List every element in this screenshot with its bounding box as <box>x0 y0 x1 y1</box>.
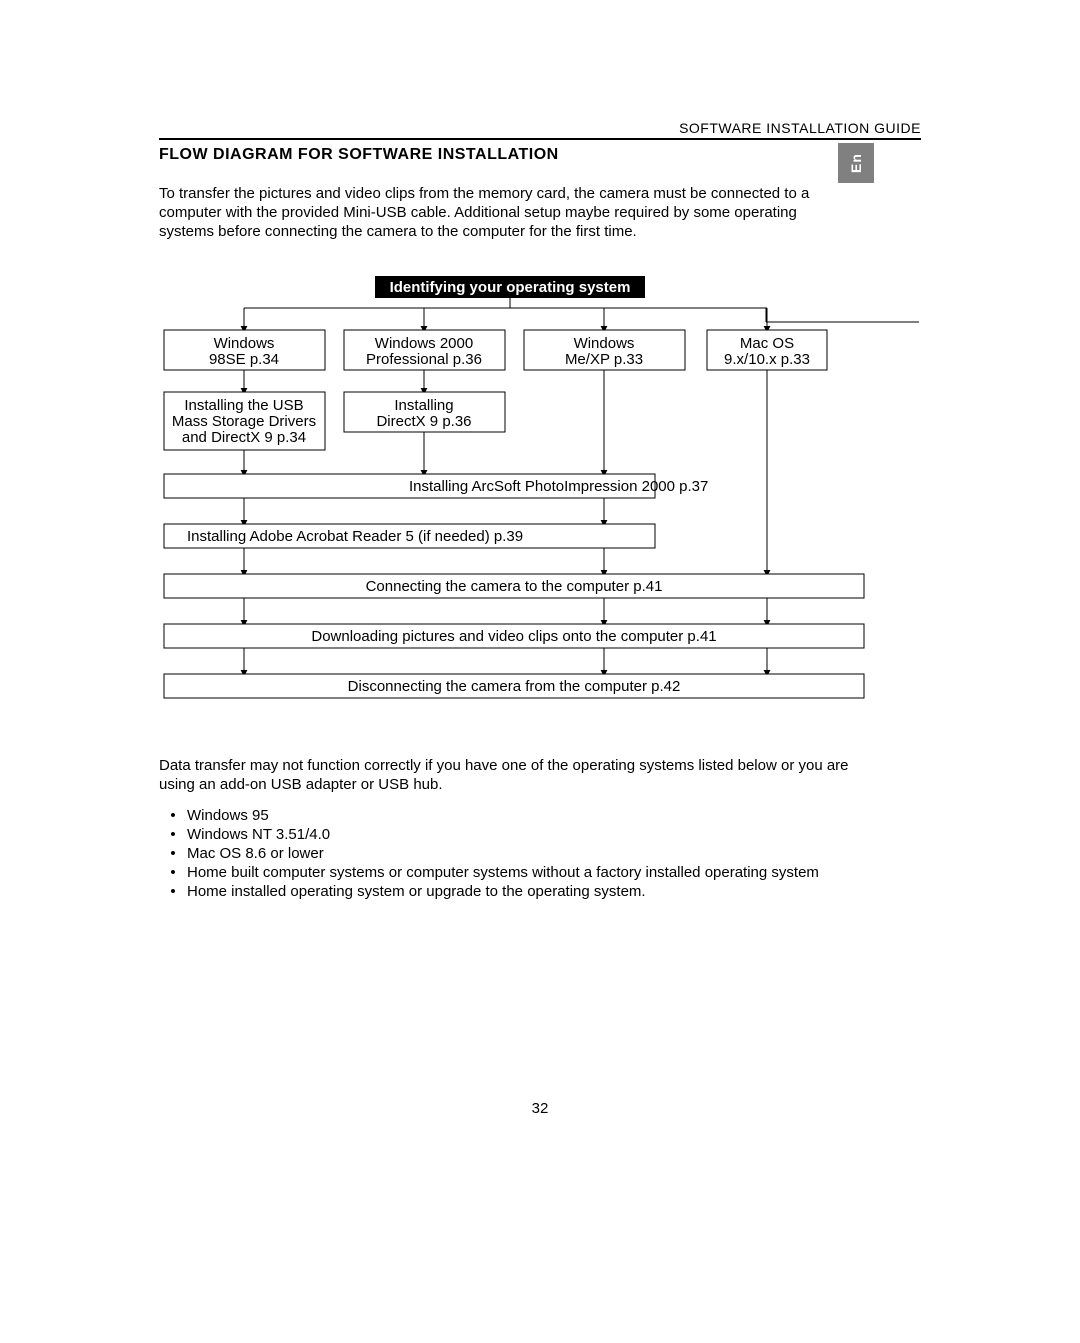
list-item-text: Mac OS 8.6 or lower <box>187 844 324 863</box>
language-tab: En <box>838 143 874 183</box>
flow-os-win2000-l1: Windows 2000 <box>375 335 473 352</box>
header-rule <box>159 138 921 140</box>
flow-step-usbdrivers-l1: Installing the USB <box>184 397 303 414</box>
flow-step-acrobat-text: Installing Adobe Acrobat Reader 5 (if ne… <box>187 528 523 545</box>
flow-step-download-text: Downloading pictures and video clips ont… <box>311 628 716 645</box>
page-number: 32 <box>0 1100 1080 1117</box>
intro-paragraph: To transfer the pictures and video clips… <box>159 184 824 241</box>
section-title: FLOW DIAGRAM FOR SOFTWARE INSTALLATION <box>159 146 559 164</box>
flow-step-directx-l2: DirectX 9 p.36 <box>376 413 471 430</box>
list-item-text: Home built computer systems or computer … <box>187 863 819 882</box>
flow-banner-text: Identifying your operating system <box>390 279 631 296</box>
flow-step-directx-l1: Installing <box>394 397 453 414</box>
footer-paragraph: Data transfer may not function correctly… <box>159 756 859 794</box>
list-item-text: Windows 95 <box>187 806 269 825</box>
list-item: •Mac OS 8.6 or lower <box>159 844 819 863</box>
page: SOFTWARE INSTALLATION GUIDE FLOW DIAGRAM… <box>0 0 1080 1343</box>
language-tab-label: En <box>848 153 864 173</box>
flow-os-win98-l2: 98SE p.34 <box>209 351 279 368</box>
list-item: •Windows 95 <box>159 806 819 825</box>
flow-diagram: Identifying your operating system Window… <box>159 276 919 712</box>
flow-os-macos-l2: 9.x/10.x p.33 <box>724 351 810 368</box>
flow-os-macos-l1: Mac OS <box>740 335 794 352</box>
list-item: •Home built computer systems or computer… <box>159 863 819 882</box>
flow-step-connect-text: Connecting the camera to the computer p.… <box>366 578 663 595</box>
list-item-text: Home installed operating system or upgra… <box>187 882 646 901</box>
flow-os-win2000-l2: Professional p.36 <box>366 351 482 368</box>
flow-os-win98-l1: Windows <box>214 335 275 352</box>
flow-os-winmexp-l1: Windows <box>574 335 635 352</box>
header-doc-label: SOFTWARE INSTALLATION GUIDE <box>679 120 921 136</box>
flow-step-usbdrivers-l3: and DirectX 9 p.34 <box>182 429 306 446</box>
flow-os-winmexp-l2: Me/XP p.33 <box>565 351 643 368</box>
list-item: •Windows NT 3.51/4.0 <box>159 825 819 844</box>
flow-step-arcsoft-text: Installing ArcSoft PhotoImpression 2000 … <box>409 478 708 495</box>
unsupported-list: •Windows 95 •Windows NT 3.51/4.0 •Mac OS… <box>159 806 819 901</box>
flow-step-disconnect-text: Disconnecting the camera from the comput… <box>348 678 681 695</box>
list-item-text: Windows NT 3.51/4.0 <box>187 825 330 844</box>
list-item: •Home installed operating system or upgr… <box>159 882 819 901</box>
flow-step-usbdrivers-l2: Mass Storage Drivers <box>172 413 316 430</box>
